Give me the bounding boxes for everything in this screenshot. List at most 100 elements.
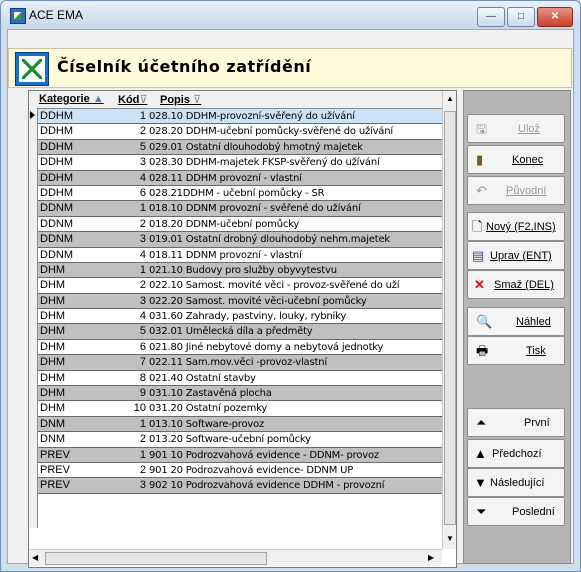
scroll-right-icon[interactable]: ▶ — [428, 553, 434, 562]
original-button[interactable]: ↶ Původní — [467, 176, 565, 205]
table-row[interactable]: DHM 9 031.10 Zastavěná plocha — [38, 386, 443, 402]
table-row[interactable]: DNM 2 013.20 Software-učební pomůcky — [38, 432, 443, 448]
last-record-button[interactable]: ⏷ Poslední — [467, 497, 565, 526]
edit-form-icon: ▤ — [472, 248, 485, 263]
horizontal-scrollbar[interactable]: ◀ ▶ — [29, 549, 442, 566]
table-cell-kod: 7 — [139, 356, 146, 369]
table-row[interactable]: DHM 6 021.80 Jiné nebytové domy a nebytová… — [38, 340, 443, 356]
table-cell-kod: 2 — [139, 217, 146, 230]
table-cell-kod: 3 — [139, 479, 146, 492]
scroll-down-icon[interactable]: ▼ — [446, 534, 454, 543]
preview-button[interactable]: 🔍 Náhled — [467, 307, 565, 336]
table-cell-kategorie: DDNM — [40, 233, 73, 246]
table-cell-kod: 10 — [133, 402, 146, 415]
table-cell-kod: 1 — [139, 417, 146, 430]
table-cell-popis: 021.40 Ostatní stavby — [149, 372, 256, 384]
next-record-button[interactable]: ▼ Následující — [467, 468, 565, 497]
filter-icon: ⊽ — [193, 94, 202, 106]
table-row[interactable]: DDNM 4 018.11 DDNM provozní - vlastní — [38, 248, 443, 263]
table-row[interactable]: PREV 3 902 10 Podrozvahová evidence DDHM -… — [38, 478, 443, 494]
title-bar[interactable]: ACE EMA — □ ✕ — [1, 1, 580, 29]
edit-button-label: Uprav (ENT) — [490, 250, 552, 262]
table-cell-popis: 028.20 DDHM-učební pomůcky-svěřené do už… — [149, 126, 393, 138]
table-cell-kategorie: PREV — [40, 479, 70, 492]
table-cell-kategorie: DHM — [40, 340, 66, 353]
table-cell-kod: 4 — [139, 171, 146, 184]
table-cell-kategorie: DHM — [40, 310, 66, 323]
column-kod-label: Kód — [118, 94, 140, 106]
scroll-up-icon[interactable]: ▲ — [446, 94, 454, 103]
end-button[interactable]: ▮ Konec — [467, 145, 565, 174]
table-row[interactable]: DHM 4 031.60 Zahrady, pastviny, louky, ryb… — [38, 309, 443, 325]
table-cell-popis: 901 20 Podrozvahová evidence- DDNM UP — [149, 464, 354, 476]
table-row[interactable]: DDHM 6 028.21DDHM - učební pomůcky - SR — [38, 186, 443, 202]
table-cell-kod: 2 — [139, 463, 146, 476]
vertical-scroll-thumb[interactable] — [444, 111, 456, 525]
table-row[interactable]: DDHM 5 029.01 Ostatní dlouhodobý hmotný ma… — [38, 139, 443, 156]
column-popis[interactable]: Popis ⊽ — [160, 93, 201, 106]
scroll-left-icon[interactable]: ◀ — [32, 553, 38, 562]
previous-record-button[interactable]: ▲ Předchozí — [467, 439, 565, 468]
app-icon — [10, 8, 26, 24]
table-row[interactable]: DDNM 3 019.01 Ostatní drobný dlouhodobý ne… — [38, 232, 443, 248]
table-cell-popis: 018.10 DDNM provozní - svěřené do užíván… — [149, 203, 361, 215]
print-button-label: Tisk — [526, 345, 546, 357]
table-cell-popis: 022.10 Samost. movité věci - provoz-svěř… — [149, 280, 400, 292]
table-cell-popis: 031.20 Ostatní pozemky — [149, 403, 268, 415]
table-row[interactable]: DNM 1 013.10 Software-provoz — [38, 416, 443, 433]
table-cell-kategorie: DDNM — [40, 248, 73, 261]
row-selector-column[interactable] — [29, 108, 38, 528]
first-record-button[interactable]: ⏶ První — [467, 408, 565, 437]
table-row[interactable]: DDNM 2 018.20 DDNM-učební pomůcky — [38, 217, 443, 233]
print-button[interactable]: 🖶 Tisk — [467, 336, 565, 365]
table-row[interactable]: DHM 10 031.20 Ostatní pozemky — [38, 401, 443, 417]
minimize-button[interactable]: — — [477, 7, 505, 27]
horizontal-scroll-thumb[interactable] — [45, 552, 267, 565]
data-grid[interactable]: Kategorie ▲ Kód⊽ Popis ⊽ DDHM 1 028.10 DDH… — [28, 90, 457, 568]
vertical-scrollbar[interactable]: ▲ ▼ — [442, 91, 456, 549]
next-record-label: Následující — [490, 477, 545, 489]
column-kategorie[interactable]: Kategorie ▲ — [39, 93, 104, 105]
maximize-button[interactable]: □ — [507, 7, 535, 27]
table-row[interactable]: DHM 8 021.40 Ostatní stavby — [38, 371, 443, 387]
table-row[interactable]: DDHM 2 028.20 DDHM-učební pomůcky-svěřené … — [38, 124, 443, 140]
table-cell-popis: 028.21DDHM - učební pomůcky - SR — [149, 187, 325, 199]
save-button[interactable]: 🖫 Ulož — [467, 114, 565, 143]
edit-button[interactable]: ▤ Uprav (ENT) — [467, 241, 565, 270]
delete-button[interactable]: ✕ Smaž (DEL) — [467, 270, 565, 299]
table-cell-popis: 021.10 Budovy pro služby obyvytestvu — [149, 264, 337, 276]
table-cell-kod: 5 — [139, 325, 146, 338]
new-button[interactable]: 🗋 Nový (F2,INS) — [467, 212, 565, 241]
table-row[interactable]: DDNM 1 018.10 DDNM provozní - svěřené do u… — [38, 201, 443, 217]
table-cell-popis: 022.20 Samost. movité věci-učební pomůck… — [149, 295, 367, 307]
table-row[interactable]: DHM 2 022.10 Samost. movité věci - provoz-… — [38, 278, 443, 294]
table-cell-popis: 013.20 Software-učební pomůcky — [149, 434, 311, 446]
table-row[interactable]: DDHM 3 028.30 DDHM-majetek FKSP-svěřený do… — [38, 155, 443, 171]
table-cell-kategorie: DDHM — [40, 156, 73, 169]
table-cell-popis: 013.10 Software-provoz — [149, 418, 265, 430]
table-cell-popis: 028.30 DDHM-majetek FKSP-svěřený do užív… — [149, 157, 380, 169]
close-button[interactable]: ✕ — [537, 7, 573, 27]
table-cell-popis: 019.01 Ostatní drobný dlouhodobý nehm.ma… — [149, 234, 391, 246]
table-cell-kod: 2 — [139, 433, 146, 446]
table-cell-kod: 1 — [139, 263, 146, 276]
table-cell-popis: 031.10 Zastavěná plocha — [149, 388, 272, 400]
table-cell-kod: 1 — [139, 110, 146, 122]
last-record-label: Poslední — [512, 506, 555, 518]
table-row[interactable]: DDHM 4 028.11 DDHM provozní - vlastní — [38, 170, 443, 186]
column-kod[interactable]: Kód⊽ — [118, 93, 147, 106]
table-cell-kategorie: DDHM — [40, 140, 73, 153]
table-cell-kategorie: DNM — [40, 417, 66, 430]
table-row[interactable]: PREV 2 901 20 Podrozvahová evidence- DDNM … — [38, 463, 443, 479]
table-row[interactable]: DHM 5 032.01 Umělecká díla a předměty — [38, 324, 443, 340]
table-cell-popis: 029.01 Ostatní dlouhodobý hmotný majetek — [149, 141, 363, 153]
table-row[interactable]: DHM 7 022.11 Sam.mov.věci -provoz-vlastní — [38, 355, 443, 371]
filter-icon: ⊽ — [139, 94, 148, 106]
table-row[interactable]: DHM 1 021.10 Budovy pro služby obyvytestvu — [38, 262, 443, 279]
table-row[interactable]: PREV 1 901 10 Podrozvahová evidence - DDNM… — [38, 447, 443, 463]
table-cell-kategorie: DHM — [40, 279, 66, 292]
table-cell-kod: 2 — [139, 279, 146, 292]
table-row[interactable]: DDHM 1 028.10 DDHM-provozní-svěřený do uží… — [38, 109, 443, 125]
table-cell-popis: 031.60 Zahrady, pastviny, louky, rybníky — [149, 311, 347, 323]
table-row[interactable]: DHM 3 022.20 Samost. movité věci-učební po… — [38, 293, 443, 310]
